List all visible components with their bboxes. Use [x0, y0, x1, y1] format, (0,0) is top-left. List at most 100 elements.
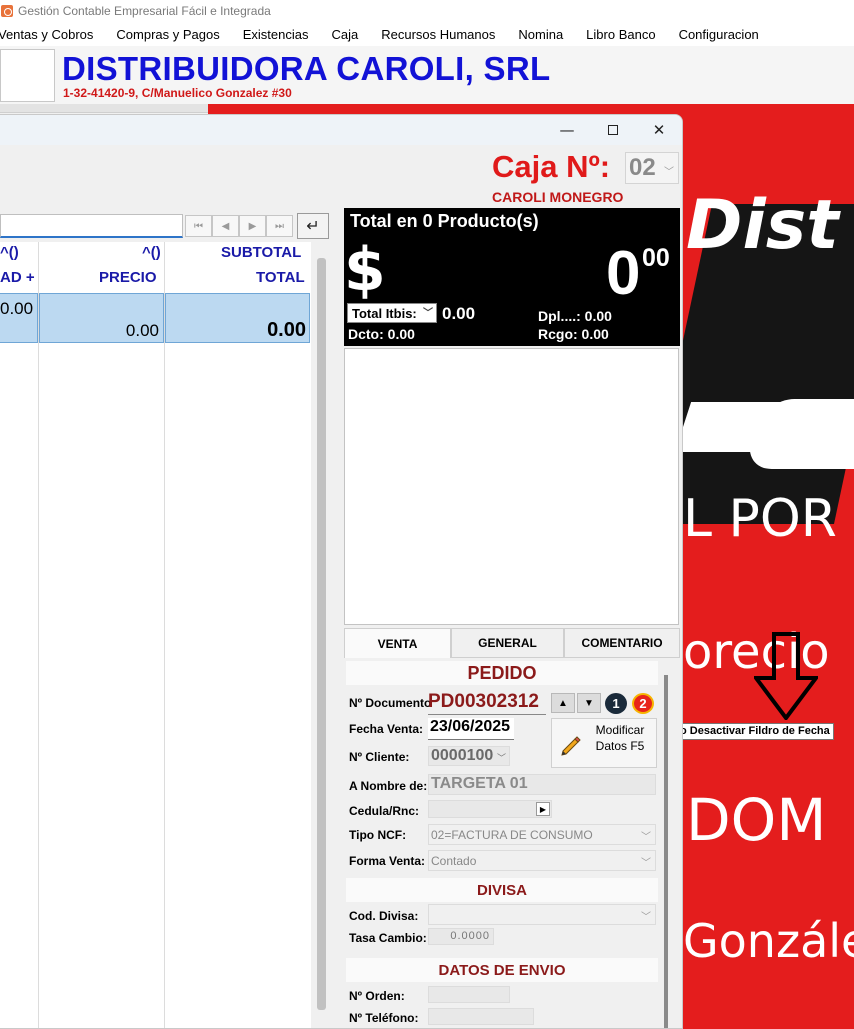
chevron-down-icon: ﹀ — [664, 167, 674, 178]
table-row[interactable]: 0.00 0.00 0.00 — [0, 293, 311, 343]
minimize-button[interactable]: — — [544, 115, 590, 145]
grid-header-qty-sort[interactable]: ^() — [0, 244, 19, 261]
tasa-value: 0.0000 — [450, 930, 490, 942]
banner-text-gonzalez: Gonzále — [683, 914, 854, 968]
page-1-button[interactable]: 1 — [605, 693, 627, 714]
arrow-down-icon — [754, 632, 818, 720]
discount-value: Dcto: 0.00 — [348, 326, 415, 342]
tab-general[interactable]: GENERAL — [451, 628, 564, 658]
cedula-field[interactable]: ▶ — [428, 800, 552, 818]
page-2-button[interactable]: 2 — [632, 693, 654, 714]
orden-field[interactable] — [428, 986, 510, 1003]
banner-text-dist: Dist — [686, 186, 839, 265]
cashier-name: CAROLI MONEGRO — [492, 189, 624, 205]
menu-nomina[interactable]: Nomina — [518, 27, 563, 42]
menu-ventas[interactable]: Ventas y Cobros — [0, 27, 93, 42]
chevron-down-icon: ﹀ — [496, 753, 506, 763]
cod-divisa-select[interactable]: ﹀ — [428, 904, 656, 925]
ncf-value: 02=FACTURA DE CONSUMO — [431, 828, 593, 842]
cliente-value: 0000100 — [431, 747, 494, 764]
form-scrollbar[interactable] — [664, 675, 668, 1028]
close-button[interactable]: ✕ — [636, 115, 682, 145]
next-record-button[interactable]: ▶ — [239, 215, 266, 237]
form-tabs: VENTA GENERAL COMENTARIO — [344, 628, 680, 658]
tab-venta[interactable]: VENTA — [344, 628, 451, 658]
company-header: DISTRIBUIDORA CAROLI, SRL 1-32-41420-9, … — [0, 46, 854, 104]
title-bar: Gestión Contable Empresarial Fácil e Int… — [0, 0, 854, 22]
maximize-icon — [608, 125, 618, 135]
itbis-select-label: Total Itbis: — [352, 306, 417, 321]
envio-header: DATOS DE ENVIO — [346, 958, 658, 982]
itbis-select[interactable]: Total Itbis: ﹀ — [347, 303, 437, 323]
chevron-down-icon: ﹀ — [423, 308, 433, 319]
company-address: 1-32-41420-9, C/Manuelico Gonzalez #30 — [63, 86, 292, 100]
menu-bar: Ventas y Cobros Compras y Pagos Existenc… — [0, 22, 854, 46]
app-icon — [1, 5, 13, 17]
banner-text-dom: DOM — [686, 786, 827, 854]
forma-label: Forma Venta: — [349, 854, 426, 868]
nombre-value: TARGETA 01 — [431, 775, 528, 792]
app-title: Gestión Contable Empresarial Fácil e Int… — [18, 4, 271, 18]
cell-price-value: 0.00 — [125, 321, 159, 340]
nombre-field[interactable]: TARGETA 01 — [428, 774, 656, 795]
grid-header-price[interactable]: PRECIO — [99, 269, 157, 286]
forma-select[interactable]: Contado ﹀ — [428, 850, 656, 871]
pencil-icon — [561, 736, 581, 756]
grid-header-qty[interactable]: AD + — [0, 269, 35, 286]
doc-up-button[interactable]: ▲ — [551, 693, 575, 713]
tab-comentario[interactable]: COMENTARIO — [564, 628, 680, 658]
telefono-label: Nº Teléfono: — [349, 1011, 419, 1025]
cell-total[interactable]: 0.00 — [165, 293, 310, 343]
lookup-arrow-icon[interactable]: ▶ — [536, 802, 550, 816]
tasa-field[interactable]: 0.0000 — [428, 928, 494, 945]
documento-label: Nº Documento — [349, 696, 432, 710]
chevron-down-icon: ﹀ — [641, 912, 651, 923]
forma-value: Contado — [431, 854, 477, 868]
items-grid[interactable]: ^() ^() SUBTOTAL AD + PRECIO TOTAL 0.00 … — [0, 242, 311, 1028]
documento-field[interactable]: PD00302312 — [428, 691, 546, 715]
last-record-button[interactable]: ⏭ — [266, 215, 293, 237]
menu-caja[interactable]: Caja — [331, 27, 358, 42]
grid-divider — [164, 242, 165, 1028]
prev-record-button[interactable]: ◀ — [212, 215, 239, 237]
menu-existencias[interactable]: Existencias — [243, 27, 309, 42]
cliente-label: Nº Cliente: — [349, 750, 410, 764]
orden-label: Nº Orden: — [349, 989, 405, 1003]
telefono-field[interactable] — [428, 1008, 534, 1025]
modificar-datos-button[interactable]: Modificar Datos F5 — [551, 718, 657, 768]
company-logo — [0, 49, 55, 102]
grid-header-total[interactable]: TOTAL — [256, 269, 305, 286]
menu-configuracion[interactable]: Configuracion — [679, 27, 759, 42]
fecha-label: Fecha Venta: — [349, 722, 424, 736]
itbis-value: 0.00 — [442, 304, 476, 323]
enter-button[interactable]: ↵ — [297, 213, 329, 239]
nombre-label: A Nombre de: — [349, 779, 428, 793]
cell-qty[interactable]: 0.00 — [0, 293, 38, 343]
menu-libro-banco[interactable]: Libro Banco — [586, 27, 655, 42]
product-search-input[interactable] — [0, 214, 183, 238]
currency-symbol: $ — [344, 235, 386, 305]
doc-down-button[interactable]: ▼ — [577, 693, 601, 713]
fecha-field[interactable]: 23/06/2025 — [428, 718, 514, 740]
ncf-select[interactable]: 02=FACTURA DE CONSUMO ﹀ — [428, 824, 656, 845]
modificar-datos-label: Modificar Datos F5 — [595, 723, 645, 753]
chevron-down-icon: ﹀ — [641, 832, 651, 843]
first-record-button[interactable]: ⏮ — [185, 215, 212, 237]
cliente-field[interactable]: 0000100 ﹀ — [428, 746, 510, 766]
grid-divider — [38, 242, 39, 1028]
company-name: DISTRIBUIDORA CAROLI, SRL — [62, 50, 551, 87]
caja-select[interactable]: 02 ﹀ — [625, 152, 679, 184]
menu-recursos-humanos[interactable]: Recursos Humanos — [381, 27, 495, 42]
total-amount-cents: 00 — [642, 244, 670, 272]
pedido-header: PEDIDO — [346, 661, 658, 685]
menu-compras[interactable]: Compras y Pagos — [116, 27, 219, 42]
grid-scrollbar[interactable] — [317, 258, 326, 1010]
grid-header-subtotal[interactable]: SUBTOTAL — [221, 244, 301, 261]
divisa-header: DIVISA — [346, 878, 658, 902]
cell-price[interactable]: 0.00 — [39, 293, 164, 343]
maximize-button[interactable] — [590, 115, 636, 145]
product-detail-box — [344, 348, 679, 625]
chevron-down-icon: ﹀ — [641, 858, 651, 869]
grid-header-price-sort[interactable]: ^() — [142, 244, 161, 261]
cedula-label: Cedula/Rnc: — [349, 804, 420, 818]
